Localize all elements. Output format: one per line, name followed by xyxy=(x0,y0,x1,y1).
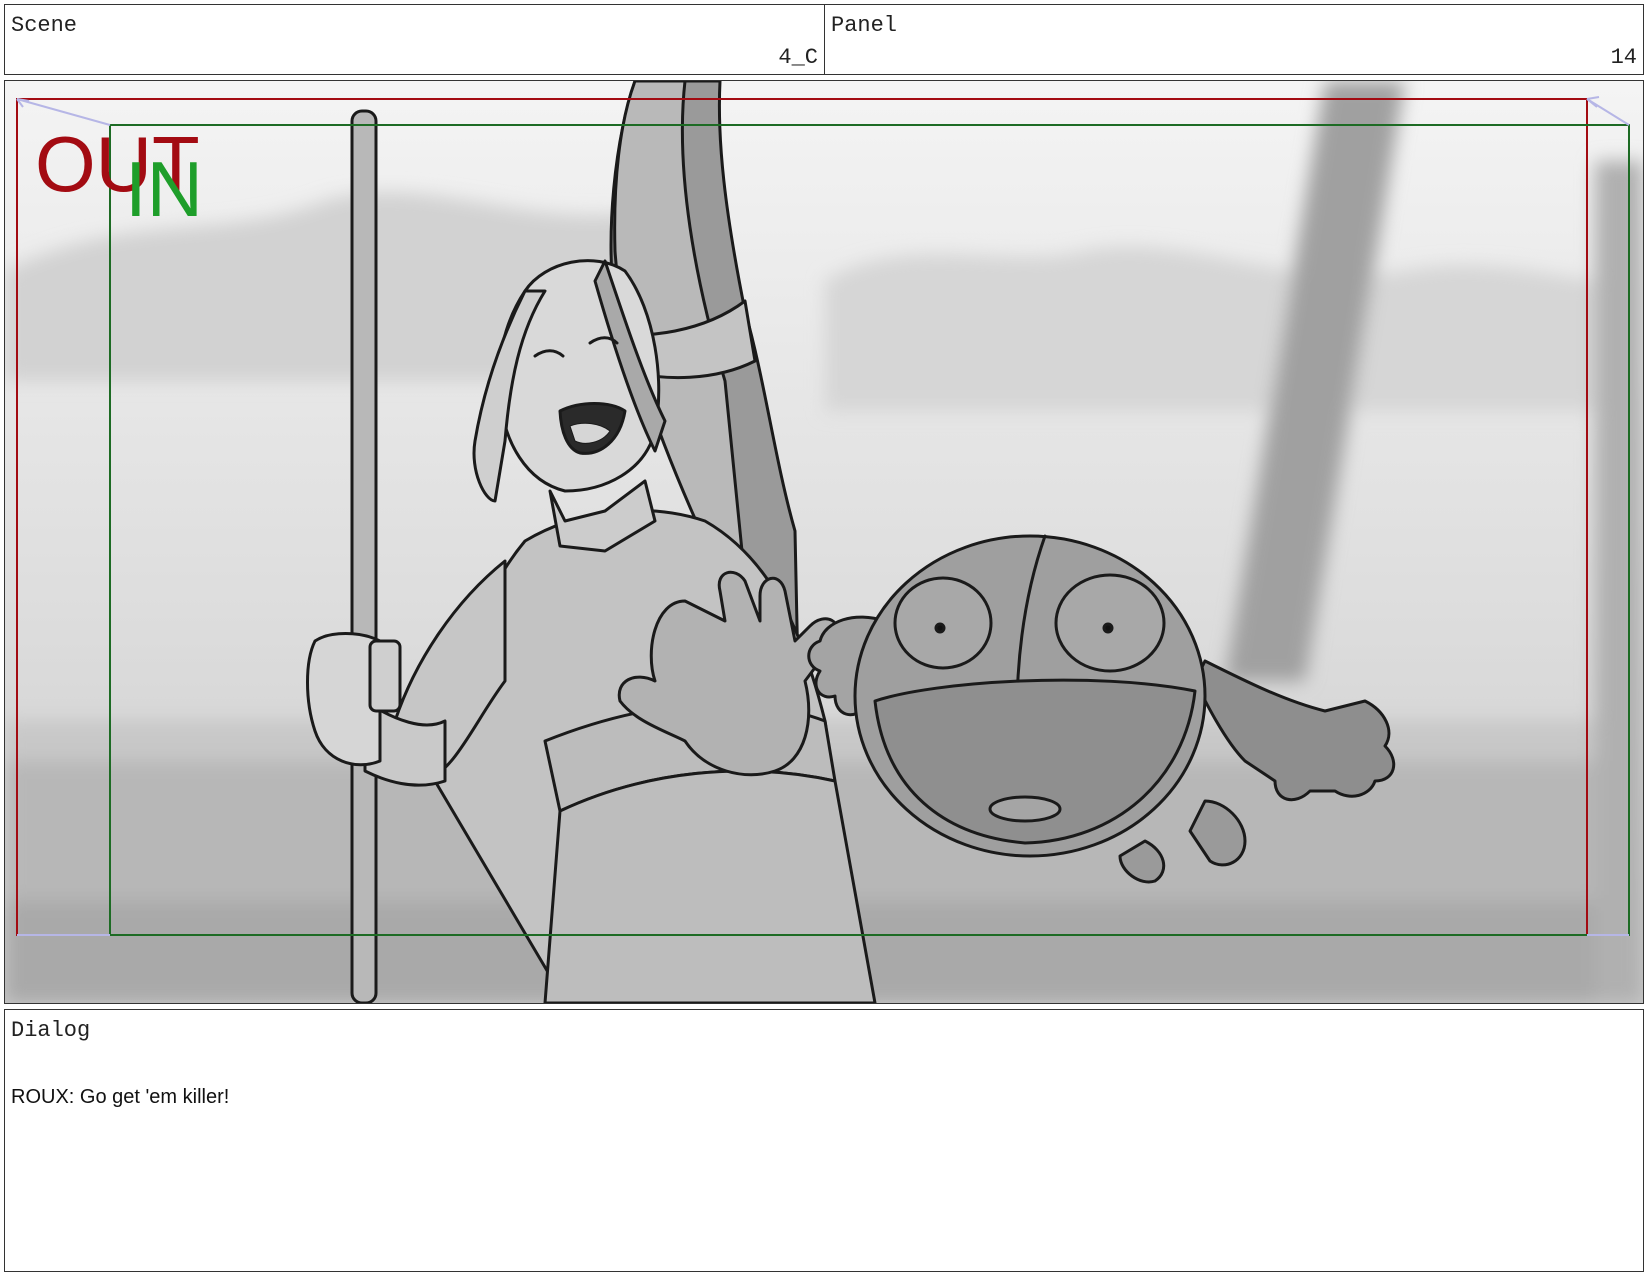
dialog-box: Dialog ROUX: Go get 'em killer! xyxy=(4,1009,1644,1272)
dialog-text: ROUX: Go get 'em killer! xyxy=(11,1086,230,1108)
storyboard-image-box: OUT IN xyxy=(4,80,1644,1004)
dialog-label: Dialog xyxy=(11,1018,91,1043)
in-label: IN xyxy=(125,145,203,233)
panel-label: Panel xyxy=(831,13,898,38)
scene-header-box: Scene 4_C xyxy=(4,4,825,75)
scene-label: Scene xyxy=(11,13,78,38)
scene-value: 4_C xyxy=(778,45,818,70)
panel-header-box: Panel 14 xyxy=(824,4,1644,75)
panel-value: 14 xyxy=(1610,45,1637,70)
storyboard-drawing: OUT IN xyxy=(5,81,1643,1003)
